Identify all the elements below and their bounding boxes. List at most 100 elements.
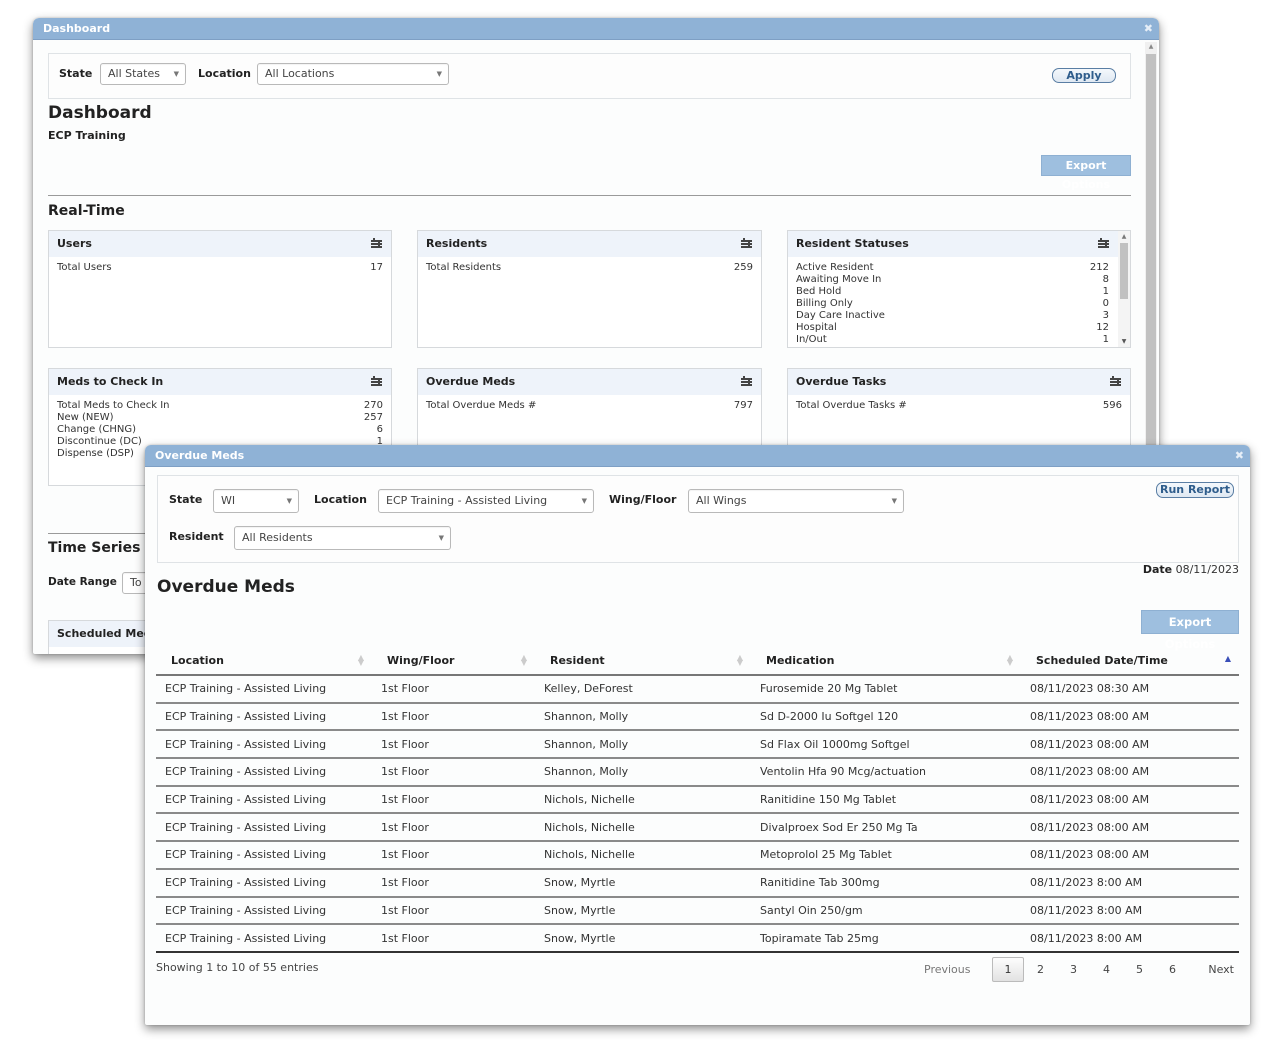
resident-select[interactable]: All Residents ▼	[234, 526, 451, 550]
settings-sliders-icon[interactable]	[371, 238, 382, 249]
column-header-resident[interactable]: Resident ▲ ▼	[535, 646, 751, 676]
table-row[interactable]: ECP Training - Assisted Living 1st Floor S…	[156, 868, 1239, 898]
state-select[interactable]: WI ▼	[213, 489, 299, 513]
column-header-location[interactable]: Location ▲ ▼	[156, 646, 372, 676]
table-row[interactable]: ECP Training - Assisted Living 1st Floor N…	[156, 785, 1239, 815]
row-value: 12	[1096, 322, 1109, 333]
date-label: Date	[1142, 563, 1173, 576]
location-select-value: All Locations	[265, 67, 335, 80]
overdue-meds-title-bar[interactable]: Overdue Meds ✖	[145, 445, 1250, 467]
table-row[interactable]: ECP Training - Assisted Living 1st Floor S…	[156, 702, 1239, 732]
column-label: Wing/Floor	[387, 653, 455, 667]
cell-resident: Shannon, Molly	[535, 702, 751, 732]
location-select-value: ECP Training - Assisted Living	[386, 494, 548, 507]
scrollbar-thumb[interactable]	[1120, 243, 1128, 299]
column-header-medication[interactable]: Medication ▲ ▼	[751, 646, 1021, 676]
close-icon[interactable]: ✖	[1144, 18, 1153, 40]
cell-location: ECP Training - Assisted Living	[156, 868, 372, 898]
table-row[interactable]: ECP Training - Assisted Living 1st Floor N…	[156, 841, 1239, 870]
settings-sliders-icon[interactable]	[371, 376, 382, 387]
row-value: 596	[1102, 400, 1122, 411]
settings-sliders-icon[interactable]	[1110, 376, 1121, 387]
overdue-meds-table: Location ▲ ▼ Wing/Floor ▲ ▼ Resident ▲ ▼ Medic…	[156, 646, 1239, 953]
cell-wing-floor: 1st Floor	[372, 841, 535, 870]
settings-sliders-icon[interactable]	[1098, 238, 1109, 249]
row-value: 8	[1102, 274, 1109, 285]
close-icon[interactable]: ✖	[1235, 445, 1244, 467]
card-title: Scheduled Medi	[57, 627, 156, 640]
scroll-down-arrow-icon[interactable]: ▼	[1118, 338, 1130, 345]
apply-button[interactable]: Apply	[1052, 68, 1116, 83]
location-select[interactable]: All Locations ▼	[257, 63, 449, 85]
row-label: Bed Hold	[796, 286, 842, 297]
table-row[interactable]: ECP Training - Assisted Living 1st Floor K…	[156, 675, 1239, 704]
row-label: Day Care Inactive	[796, 310, 885, 321]
table-row[interactable]: ECP Training - Assisted Living 1st Floor S…	[156, 896, 1239, 926]
table-header-row: Location ▲ ▼ Wing/Floor ▲ ▼ Resident ▲ ▼ Medic…	[156, 646, 1239, 676]
row-value: 259	[733, 262, 753, 273]
row-label: Billing Only	[796, 298, 853, 309]
page-button-4[interactable]: 4	[1090, 963, 1123, 976]
row-label: Total Residents	[426, 262, 502, 273]
page-button-5[interactable]: 5	[1123, 963, 1156, 976]
settings-sliders-icon[interactable]	[741, 238, 752, 249]
scroll-up-arrow-icon[interactable]: ▲	[1118, 233, 1130, 240]
card-scrollbar[interactable]: ▲ ▼	[1118, 231, 1130, 347]
card-title: Residents	[426, 237, 488, 250]
section-divider	[48, 195, 1131, 196]
row-label: Change (CHNG)	[57, 424, 136, 435]
page-button-3[interactable]: 3	[1057, 963, 1090, 976]
chevron-down-icon: ▼	[436, 70, 442, 78]
residents-card: Residents Total Residents 259	[417, 230, 762, 348]
export-options-button[interactable]: Export Options	[1141, 610, 1239, 651]
overdue-meds-window: Overdue Meds ✖ State WI ▼ Location ECP T…	[145, 445, 1250, 1025]
card-header: Users	[49, 231, 391, 257]
location-select[interactable]: ECP Training - Assisted Living ▼	[378, 489, 594, 513]
page-button-2[interactable]: 2	[1024, 963, 1057, 976]
cell-scheduled-date-time: 08/11/2023 08:00 AM	[1021, 841, 1239, 870]
card-header: Overdue Tasks	[788, 369, 1130, 395]
table-row[interactable]: ECP Training - Assisted Living 1st Floor S…	[156, 758, 1239, 787]
cell-scheduled-date-time: 08/11/2023 08:00 AM	[1021, 785, 1239, 815]
cell-medication: Ranitidine 150 Mg Tablet	[751, 785, 1021, 815]
row-value: 0	[1102, 298, 1109, 309]
column-label: Medication	[766, 653, 835, 667]
cell-wing-floor: 1st Floor	[372, 675, 535, 704]
table-row[interactable]: ECP Training - Assisted Living 1st Floor S…	[156, 924, 1239, 953]
next-page-button[interactable]: Next	[1189, 963, 1234, 976]
cell-medication: Metoprolol 25 Mg Tablet	[751, 841, 1021, 870]
row-label: Dispense (DSP)	[57, 448, 134, 459]
cell-medication: Ranitidine Tab 300mg	[751, 868, 1021, 898]
table-row[interactable]: ECP Training - Assisted Living 1st Floor S…	[156, 730, 1239, 760]
table-row[interactable]: ECP Training - Assisted Living 1st Floor N…	[156, 813, 1239, 843]
row-value: 6	[376, 424, 383, 435]
cell-wing-floor: 1st Floor	[372, 868, 535, 898]
column-label: Resident	[550, 653, 605, 667]
scroll-up-arrow-icon[interactable]: ▲	[1145, 42, 1157, 52]
chevron-down-icon: ▼	[173, 70, 179, 78]
export-options-button[interactable]: Export Options	[1041, 155, 1131, 191]
cell-scheduled-date-time: 08/11/2023 08:00 AM	[1021, 813, 1239, 843]
column-header-scheduled-date-time[interactable]: Scheduled Date/Time ▲	[1021, 646, 1239, 676]
cell-scheduled-date-time: 08/11/2023 8:00 AM	[1021, 896, 1239, 926]
wing-floor-select[interactable]: All Wings ▼	[688, 489, 904, 513]
state-select[interactable]: All States ▼	[100, 63, 186, 85]
page-button-1[interactable]: 1	[992, 957, 1024, 982]
report-title: Overdue Meds	[157, 577, 295, 597]
page-button-6[interactable]: 6	[1156, 963, 1189, 976]
card-row: Total Overdue Meds # 797	[426, 400, 753, 412]
row-value: 797	[733, 400, 753, 411]
dashboard-title-bar[interactable]: Dashboard ✖	[33, 18, 1159, 40]
card-header: Meds to Check In	[49, 369, 391, 395]
cell-location: ECP Training - Assisted Living	[156, 730, 372, 760]
cell-location: ECP Training - Assisted Living	[156, 785, 372, 815]
card-title: Resident Statuses	[796, 237, 909, 250]
column-header-wing-floor[interactable]: Wing/Floor ▲ ▼	[372, 646, 535, 676]
previous-page-button[interactable]: Previous	[924, 963, 992, 976]
row-label: In/Out	[796, 334, 827, 345]
settings-sliders-icon[interactable]	[741, 376, 752, 387]
cell-location: ECP Training - Assisted Living	[156, 758, 372, 787]
cell-medication: Ventolin Hfa 90 Mcg/actuation	[751, 758, 1021, 787]
run-report-button[interactable]: Run Report	[1156, 482, 1234, 498]
sort-icon: ▲ ▼	[736, 653, 743, 667]
